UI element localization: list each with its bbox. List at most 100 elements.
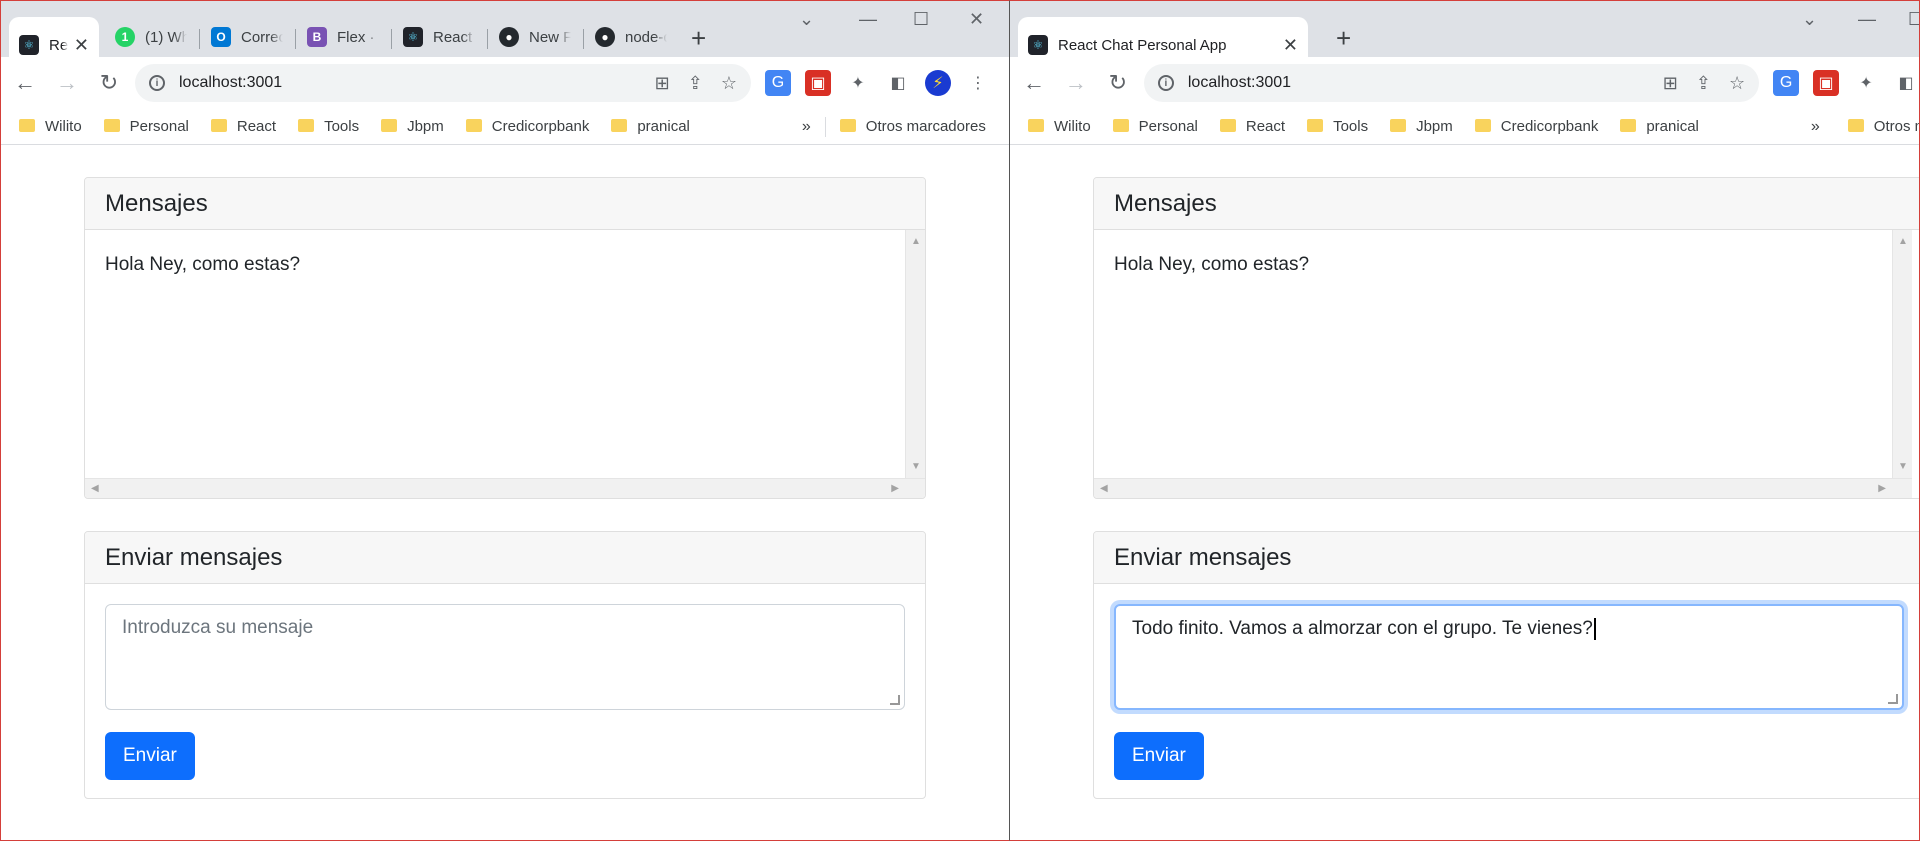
vertical-scrollbar[interactable]: ▲ ▼	[905, 230, 925, 478]
tab-label: New File	[529, 28, 571, 46]
message-input[interactable]: Todo finito. Vamos a almorzar con el gru…	[1114, 604, 1904, 710]
address-bar[interactable]: i localhost:3001 ⊞ ⇪ ☆	[135, 64, 751, 102]
bookmark-folder[interactable]: Wilito	[1028, 118, 1091, 135]
back-arrow-icon[interactable]: ←	[1016, 65, 1052, 101]
google-translate-extension-icon[interactable]: G	[1773, 70, 1800, 96]
outlook-icon: O	[211, 27, 231, 47]
tab-search-chevron-icon[interactable]: ⌄	[1802, 9, 1817, 30]
translate-icon[interactable]: ⊞	[655, 73, 670, 94]
bookmark-folder[interactable]: Jbpm	[1390, 118, 1453, 135]
tab-label: node-chat	[625, 28, 667, 46]
message-input[interactable]: Introduzca su mensaje	[105, 604, 905, 710]
bookmark-folder[interactable]: Credicorpbank	[465, 118, 589, 135]
tab-label: Flex · Bootstrap	[337, 28, 379, 46]
bookmark-folder[interactable]: React	[210, 118, 276, 135]
react-icon: ⚛	[403, 27, 423, 47]
resize-handle-icon[interactable]	[1888, 694, 1898, 704]
bookmark-folder[interactable]: pranical	[1620, 118, 1699, 135]
tab-whatsapp[interactable]: 1 (1) WhatsApp	[105, 17, 197, 57]
bookmark-folder[interactable]: Wilito	[19, 118, 82, 135]
side-panel-icon[interactable]: ◧	[1893, 70, 1919, 96]
scroll-right-icon[interactable]: ▶	[1878, 483, 1886, 494]
puzzle-extensions-icon[interactable]: ✦	[1853, 70, 1879, 96]
translate-icon[interactable]: ⊞	[1663, 73, 1678, 94]
bookmark-folder[interactable]: Tools	[298, 118, 359, 135]
share-icon[interactable]: ⇪	[1696, 73, 1711, 94]
toolbar: ← → ↻ i localhost:3001 ⊞ ⇪ ☆ G ▣ ✦ ◧	[1010, 57, 1919, 109]
react-icon: ⚛	[19, 35, 39, 55]
resize-handle-icon[interactable]	[890, 695, 900, 705]
tab-search-chevron-icon[interactable]: ⌄	[799, 9, 814, 30]
new-tab-plus-icon[interactable]: +	[1336, 23, 1351, 54]
forward-arrow-icon[interactable]: →	[49, 65, 85, 101]
scroll-left-icon[interactable]: ◀	[91, 483, 99, 494]
send-button[interactable]: Enviar	[105, 732, 195, 780]
tab-label: React Chat Personal App	[1058, 36, 1227, 54]
other-bookmarks-folder[interactable]: Otros marcadores	[1847, 118, 1919, 135]
extension-red-icon[interactable]: ▣	[1813, 70, 1840, 96]
puzzle-extensions-icon[interactable]: ✦	[845, 70, 871, 96]
side-panel-icon[interactable]: ◧	[885, 70, 911, 96]
google-translate-extension-icon[interactable]: G	[765, 70, 791, 96]
star-icon[interactable]: ☆	[721, 73, 737, 94]
tab-label: React Chat Personal App	[49, 36, 68, 54]
send-title: Enviar mensajes	[85, 532, 925, 584]
bookmark-folder[interactable]: React	[1219, 118, 1285, 135]
tab-bootstrap[interactable]: B Flex · Bootstrap	[297, 17, 389, 57]
bookmark-folder[interactable]: Tools	[1307, 118, 1368, 135]
forward-arrow-icon[interactable]: →	[1058, 65, 1094, 101]
star-icon[interactable]: ☆	[1729, 73, 1745, 94]
close-icon[interactable]: ✕	[74, 35, 89, 56]
browser-window-right: ⚛ React Chat Personal App ✕ + ⌄ — ☐ ← → …	[1010, 0, 1920, 841]
reload-icon[interactable]: ↻	[91, 65, 127, 101]
back-arrow-icon[interactable]: ←	[7, 65, 43, 101]
tab-github-new-file[interactable]: ● New File	[489, 17, 581, 57]
more-bookmarks-chevron-icon[interactable]: »	[802, 118, 811, 136]
tab-outlook[interactable]: O Correo	[201, 17, 293, 57]
horizontal-scrollbar[interactable]: ◀ ▶	[1094, 478, 1912, 498]
scroll-up-icon[interactable]: ▲	[911, 236, 921, 247]
bookmark-folder[interactable]: Jbpm	[381, 118, 444, 135]
site-info-icon[interactable]: i	[1157, 75, 1174, 91]
close-window-icon[interactable]: ✕	[969, 9, 984, 30]
send-button[interactable]: Enviar	[1114, 732, 1204, 780]
minimize-icon[interactable]: —	[859, 9, 877, 30]
send-title: Enviar mensajes	[1094, 532, 1919, 584]
share-icon[interactable]: ⇪	[688, 73, 703, 94]
scroll-down-icon[interactable]: ▼	[911, 461, 921, 472]
address-bar[interactable]: i localhost:3001 ⊞ ⇪ ☆	[1143, 64, 1760, 102]
bootstrap-icon: B	[307, 27, 327, 47]
messages-title: Mensajes	[1094, 178, 1919, 230]
minimize-icon[interactable]: —	[1858, 9, 1876, 30]
close-icon[interactable]: ✕	[1283, 35, 1298, 56]
tab-react-chat-2[interactable]: ⚛ React Chat	[393, 17, 485, 57]
bookmark-folder[interactable]: Personal	[1112, 118, 1198, 135]
bookmark-folder[interactable]: Credicorpbank	[1474, 118, 1598, 135]
maximize-icon[interactable]: ☐	[1908, 9, 1919, 30]
vertical-scrollbar[interactable]: ▲ ▼	[1892, 230, 1912, 478]
input-placeholder: Introduzca su mensaje	[122, 617, 314, 638]
folder-icon	[1390, 119, 1407, 132]
scroll-down-icon[interactable]: ▼	[1898, 461, 1908, 472]
folder-icon	[1307, 119, 1324, 132]
scroll-right-icon[interactable]: ▶	[891, 483, 899, 494]
site-info-icon[interactable]: i	[149, 75, 165, 91]
extension-red-icon[interactable]: ▣	[805, 70, 831, 96]
reload-icon[interactable]: ↻	[1100, 65, 1136, 101]
bookmark-folder[interactable]: pranical	[611, 118, 690, 135]
other-bookmarks-folder[interactable]: Otros marcadores	[839, 118, 986, 135]
url-text: localhost:3001	[179, 74, 283, 91]
maximize-icon[interactable]: ☐	[913, 9, 929, 30]
bookmark-folder[interactable]: Personal	[103, 118, 189, 135]
profile-avatar-icon[interactable]: ⚡	[925, 70, 951, 96]
scroll-up-icon[interactable]: ▲	[1898, 236, 1908, 247]
folder-icon	[1112, 119, 1129, 132]
more-bookmarks-chevron-icon[interactable]: »	[1811, 118, 1820, 136]
tab-github-node[interactable]: ● node-chat	[585, 17, 677, 57]
messages-area: Hola Ney, como estas?	[1094, 230, 1919, 498]
horizontal-scrollbar[interactable]: ◀ ▶	[85, 478, 925, 498]
kebab-menu-icon[interactable]: ⋮	[965, 70, 991, 96]
new-tab-plus-icon[interactable]: +	[691, 23, 706, 54]
send-card: Enviar mensajes Todo finito. Vamos a alm…	[1093, 531, 1919, 799]
scroll-left-icon[interactable]: ◀	[1100, 483, 1108, 494]
